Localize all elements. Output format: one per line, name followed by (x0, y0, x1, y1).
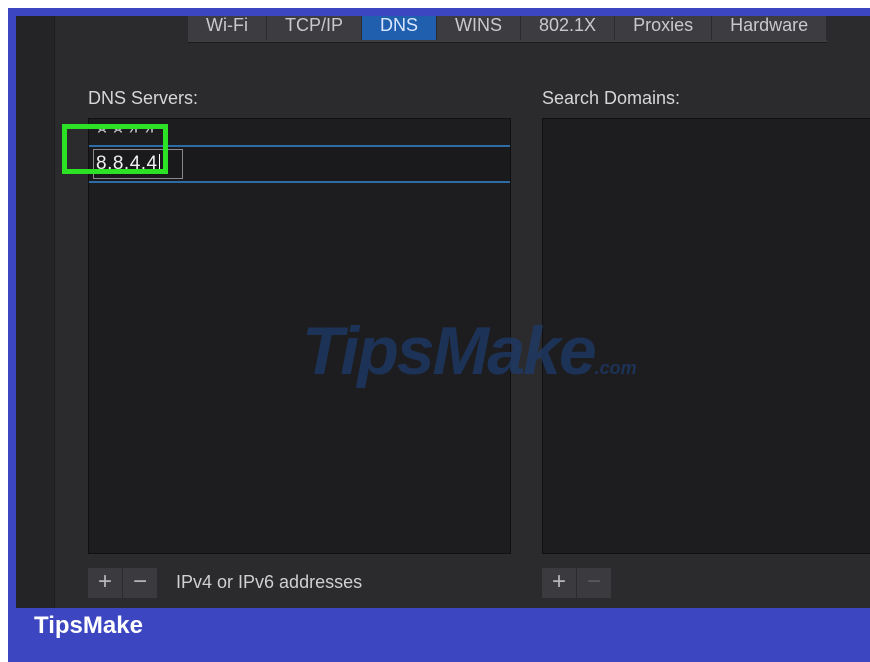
watermark-main: TipsMake (302, 313, 597, 389)
network-dns-window: Wi-Fi TCP/IP DNS WINS 802.1X Proxies Har… (16, 16, 870, 608)
tab-tcpip[interactable]: TCP/IP (267, 16, 362, 40)
remove-dns-button[interactable]: − (123, 568, 158, 598)
footer-brand: TipsMake (34, 612, 143, 639)
tab-proxies[interactable]: Proxies (615, 16, 713, 40)
tab-hardware[interactable]: Hardware (712, 16, 828, 40)
highlight-box (62, 124, 168, 174)
search-add-remove-controls: + − (542, 568, 612, 598)
dns-servers-label: DNS Servers: (88, 88, 199, 108)
add-dns-button[interactable]: + (88, 568, 123, 598)
watermark-suffix: .com (594, 358, 637, 378)
remove-search-domain-button[interactable]: − (577, 568, 612, 598)
dns-add-remove-controls: + − (88, 568, 158, 598)
window-sidebar-strip (16, 16, 55, 608)
image-frame: Wi-Fi TCP/IP DNS WINS 802.1X Proxies Har… (8, 8, 870, 662)
search-domains-label: Search Domains: (542, 88, 681, 108)
watermark-logo: TipsMake.com (302, 312, 637, 390)
tab-wifi[interactable]: Wi-Fi (188, 16, 267, 40)
tab-8021x[interactable]: 802.1X (521, 16, 616, 40)
tab-dns[interactable]: DNS (362, 16, 438, 40)
add-search-domain-button[interactable]: + (542, 568, 577, 598)
tab-wins[interactable]: WINS (437, 16, 522, 40)
tab-bar: Wi-Fi TCP/IP DNS WINS 802.1X Proxies Har… (188, 16, 828, 43)
dns-hint-text: IPv4 or IPv6 addresses (176, 572, 363, 592)
